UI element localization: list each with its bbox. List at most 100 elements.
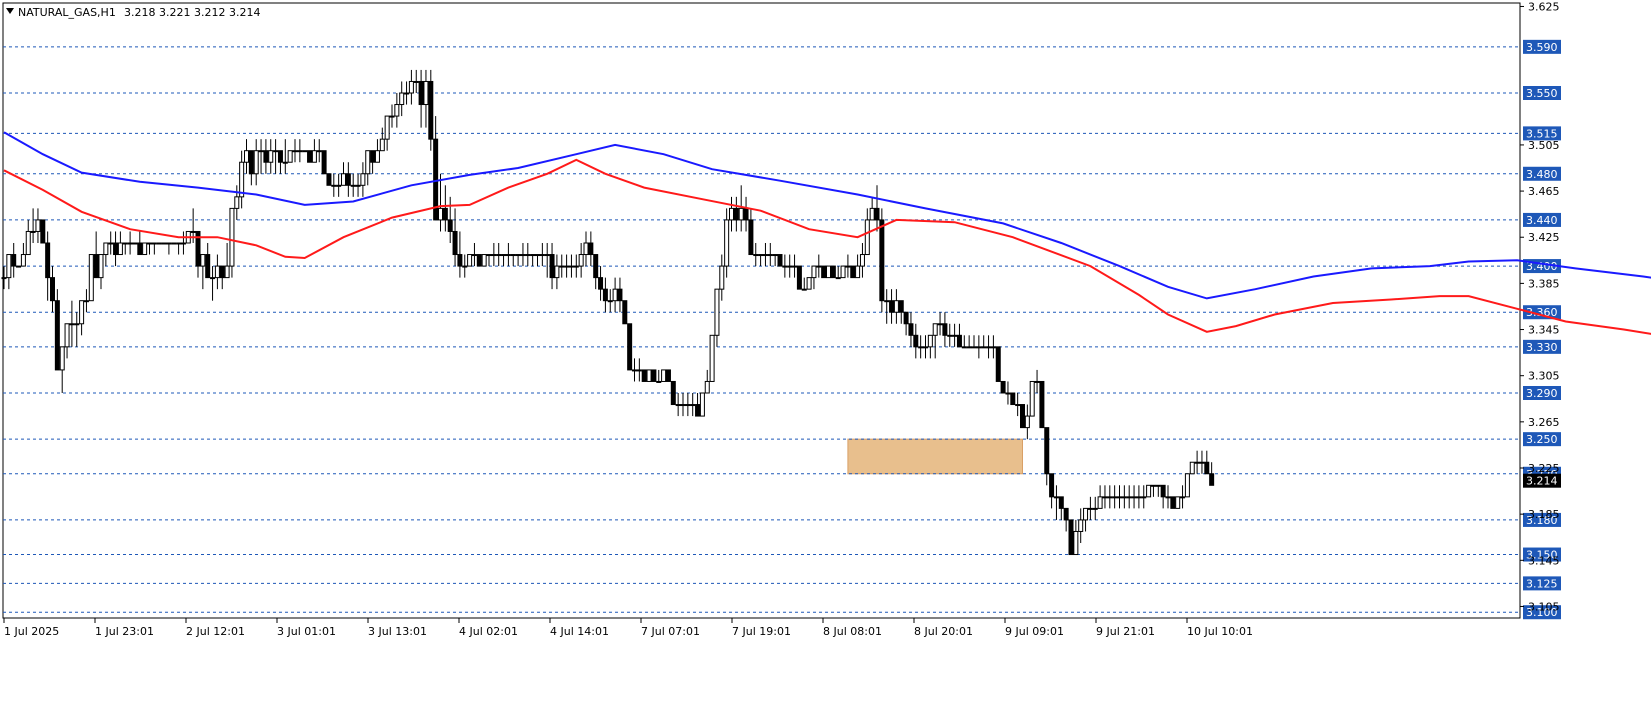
candle-body: [205, 254, 211, 279]
candle-body: [670, 380, 676, 406]
candle-body: [889, 300, 895, 313]
level-label: 3.440: [1526, 214, 1558, 227]
time-tick-label: 8 Jul 20:01: [914, 625, 973, 638]
candle-body: [535, 254, 540, 257]
candle-body: [1029, 380, 1035, 417]
candle-body: [74, 323, 80, 326]
candle-body: [544, 254, 550, 257]
candle-body: [1097, 496, 1103, 509]
candle-body: [1160, 484, 1166, 498]
candle-body: [418, 80, 424, 106]
candle-body: [355, 184, 361, 187]
candle-body: [559, 265, 565, 268]
candle-body: [331, 184, 337, 187]
candle-body: [486, 254, 492, 257]
candle-body: [806, 277, 812, 290]
candle-body: [1039, 380, 1045, 429]
candle-body: [336, 184, 342, 187]
candle-body: [554, 265, 560, 279]
candle-body: [302, 150, 308, 153]
candle-body: [69, 323, 75, 326]
candle-body: [166, 242, 172, 245]
candle-body: [549, 254, 555, 279]
candle-body: [932, 323, 938, 336]
candle-body: [282, 161, 288, 164]
candle-body: [1107, 496, 1113, 499]
candle-body: [796, 265, 802, 290]
candle-body: [1112, 496, 1118, 499]
candle-body: [190, 230, 196, 233]
candle-body: [404, 92, 410, 95]
candle-body: [370, 150, 376, 163]
candle-body: [491, 254, 497, 257]
candle-body: [108, 242, 114, 245]
candle-body: [961, 346, 967, 349]
time-tick-label: 2 Jul 12:01: [186, 625, 245, 638]
candle-body: [132, 242, 138, 245]
candle-body: [695, 404, 701, 417]
candle-body: [122, 242, 128, 245]
candle-body: [1199, 461, 1205, 464]
candle-body: [1141, 496, 1147, 499]
candle-body: [438, 207, 443, 221]
candle-body: [137, 242, 143, 256]
candle-body: [374, 150, 380, 163]
candle-body: [564, 265, 570, 268]
candle-body: [447, 219, 453, 232]
time-tick-label: 7 Jul 07:01: [641, 625, 700, 638]
candle-body: [156, 242, 162, 245]
candle-body: [1194, 461, 1200, 464]
candle-body: [879, 219, 885, 302]
price-tick-label: 3.305: [1528, 370, 1560, 383]
candle-body: [471, 254, 477, 257]
candle-body: [850, 265, 856, 279]
candle-body: [971, 346, 977, 349]
candle-body: [341, 173, 346, 186]
candle-body: [176, 242, 182, 245]
time-tick-label: 9 Jul 21:01: [1096, 625, 1155, 638]
candle-body: [200, 254, 206, 267]
time-tick-label: 7 Jul 19:01: [732, 625, 791, 638]
candle-body: [913, 334, 919, 348]
candle-body: [161, 242, 167, 245]
candle-body: [442, 207, 448, 221]
candle-body: [602, 288, 608, 302]
candle-body: [142, 242, 148, 256]
candle-body: [103, 242, 109, 256]
candle-body: [990, 346, 996, 349]
resistance-zone[interactable]: [847, 438, 1024, 475]
price-chart[interactable]: 3.5903.5503.5153.4803.4403.4003.3603.330…: [0, 0, 1651, 705]
candle-body: [1146, 484, 1152, 498]
candle-body: [476, 254, 482, 267]
candle-body: [394, 104, 400, 117]
candle-body: [1015, 404, 1021, 407]
candle-body: [593, 254, 599, 279]
candle-body: [903, 311, 909, 325]
candle-body: [1005, 392, 1011, 395]
candle-body: [515, 254, 521, 257]
candle-body: [864, 219, 870, 256]
level-label: 3.125: [1526, 577, 1558, 590]
candle-body: [268, 150, 274, 163]
candle-body: [767, 254, 773, 257]
price-tick-label: 3.505: [1528, 139, 1560, 152]
candle-body: [1175, 496, 1181, 509]
time-tick-label: 8 Jul 08:01: [823, 625, 882, 638]
candle-body: [1189, 461, 1195, 475]
candle-body: [481, 254, 487, 267]
candle-body: [253, 150, 259, 175]
candle-body: [408, 80, 414, 94]
candle-body: [389, 115, 395, 118]
price-tick-label: 3.225: [1528, 462, 1560, 475]
candle-body: [656, 380, 662, 383]
candle-body: [413, 80, 419, 83]
price-tick-label: 3.145: [1528, 554, 1560, 567]
candle-body: [1083, 507, 1089, 521]
chart-ohlc: 3.218 3.221 3.212 3.214: [124, 6, 260, 19]
candle-body: [399, 92, 405, 106]
candle-body: [787, 265, 793, 268]
candle-body: [627, 323, 633, 371]
candle-body: [826, 265, 831, 279]
price-tick-label: 3.105: [1528, 600, 1560, 613]
candle-body: [79, 300, 85, 325]
